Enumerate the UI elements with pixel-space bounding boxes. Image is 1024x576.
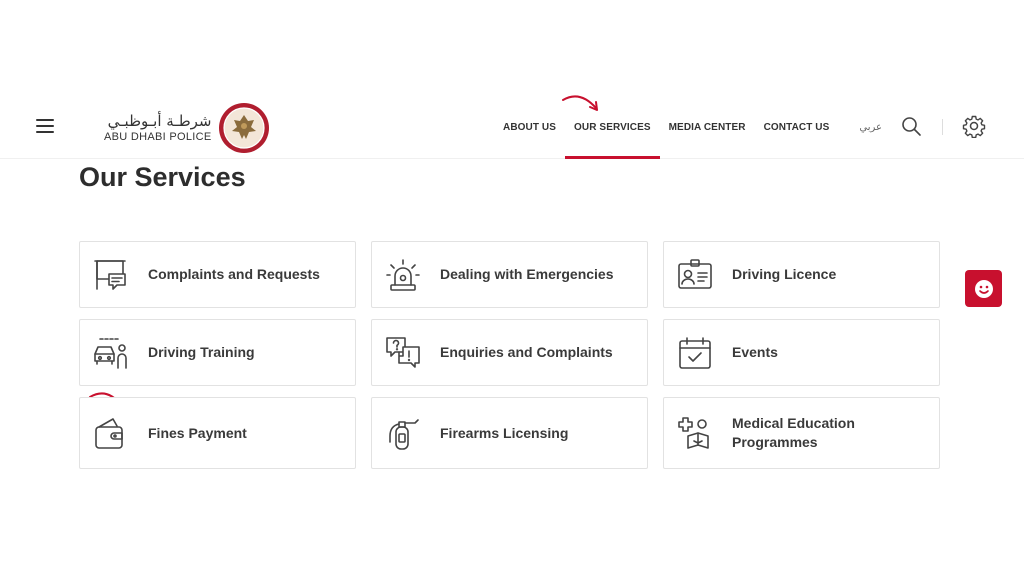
service-label: Driving Training (148, 344, 255, 360)
service-label: Events (732, 344, 778, 360)
site-logo[interactable]: شرطـة أبـوظبـي ABU DHABI POLICE (104, 103, 270, 153)
fire-extinguisher-icon (389, 419, 419, 450)
chat-button[interactable] (965, 270, 1002, 307)
search-icon[interactable] (900, 115, 922, 137)
language-switch[interactable]: عربي (859, 122, 882, 133)
service-label: Dealing with Emergencies (440, 266, 614, 282)
service-label: Complaints and Requests (148, 266, 320, 282)
nav-media-center[interactable]: MEDIA CENTER (669, 95, 746, 159)
service-card-emergencies[interactable]: Dealing with Emergencies (371, 241, 648, 308)
logo-text: شرطـة أبـوظبـي ABU DHABI POLICE (104, 112, 212, 144)
header-divider (942, 119, 943, 135)
service-card-events[interactable]: Events (663, 319, 940, 386)
service-card-medical-education[interactable]: Medical Education Programmes (663, 397, 940, 469)
police-emblem-icon (218, 103, 269, 153)
service-label: Medical Education Programmes (732, 415, 855, 450)
nav-contact-us[interactable]: CONTACT US (764, 95, 830, 159)
smiley-icon (974, 279, 993, 298)
gear-icon[interactable] (962, 114, 986, 138)
annotation-arrow-nav (562, 95, 598, 111)
service-card-enquiries-complaints[interactable]: Enquiries and Complaints (371, 319, 648, 386)
page-title: Our Services (79, 162, 246, 192)
service-card-driving-licence[interactable]: Driving Licence (663, 241, 940, 308)
hamburger-icon[interactable] (36, 119, 54, 133)
emergency-siren-icon (386, 258, 420, 291)
complaint-board-icon (94, 259, 126, 290)
id-card-icon (678, 258, 712, 289)
logo-arabic-text: شرطـة أبـوظبـي (107, 112, 212, 130)
calendar-icon (679, 336, 711, 369)
service-card-complaints-requests[interactable]: Complaints and Requests (79, 241, 356, 308)
service-label: Driving Licence (732, 266, 837, 282)
services-grid: Complaints and Requests Dealing with Eme… (79, 241, 941, 469)
service-label: Fines Payment (148, 424, 247, 441)
service-label: Enquiries and Complaints (440, 344, 613, 360)
service-card-driving-training[interactable]: Driving Training (79, 319, 356, 386)
logo-english-text: ABU DHABI POLICE (104, 131, 212, 143)
service-label: Firearms Licensing (440, 424, 569, 441)
wallet-icon (95, 418, 123, 449)
question-chat-icon (386, 336, 420, 368)
service-card-firearms-licensing[interactable]: Firearms Licensing (371, 397, 648, 469)
nav-about-us[interactable]: ABOUT US (503, 95, 556, 159)
car-instructor-icon (94, 337, 127, 369)
site-header: شرطـة أبـوظبـي ABU DHABI POLICE ABOUT US… (0, 95, 1024, 159)
medical-education-icon (678, 417, 709, 449)
service-card-fines-payment[interactable]: Fines Payment (79, 397, 356, 469)
